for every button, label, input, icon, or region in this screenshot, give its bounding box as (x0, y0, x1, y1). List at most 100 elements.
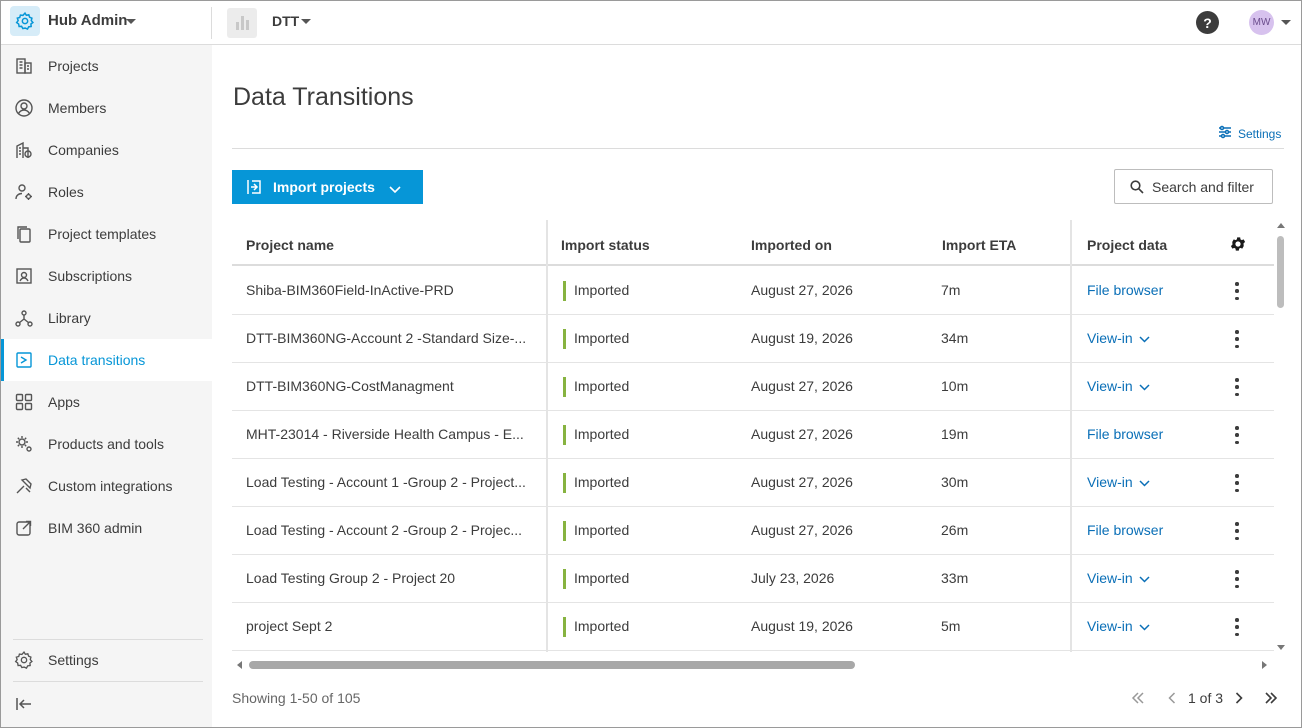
view-in-dropdown[interactable]: View-in (1087, 378, 1150, 394)
scroll-up-icon[interactable] (1277, 223, 1285, 228)
hub-gear-icon[interactable] (10, 6, 40, 36)
sidebar-item-custom-integrations[interactable]: Custom integrations (1, 465, 212, 507)
table-row[interactable]: Load Testing Group 2 - Project 20 Importe… (232, 555, 1274, 603)
view-in-dropdown[interactable]: View-in (1087, 570, 1150, 586)
status-indicator (563, 521, 566, 541)
previous-page-icon[interactable] (1164, 690, 1180, 706)
row-menu-icon[interactable] (1235, 282, 1239, 300)
row-menu-icon[interactable] (1235, 522, 1239, 540)
sidebar-item-label: Apps (48, 394, 80, 410)
row-menu-icon[interactable] (1235, 378, 1239, 396)
sidebar-item-data-transitions[interactable]: Data transitions (1, 339, 212, 381)
building-icon (13, 55, 35, 77)
sidebar-item-subscriptions[interactable]: Subscriptions (1, 255, 212, 297)
gears-icon (13, 433, 35, 455)
settings-link[interactable]: Settings (1218, 125, 1281, 142)
import-eta-cell: 33m (941, 570, 969, 586)
avatar-caret-icon[interactable] (1281, 20, 1291, 25)
import-eta-cell: 30m (941, 474, 969, 490)
file-browser-link[interactable]: File browser (1087, 282, 1163, 298)
sidebar-collapse[interactable] (1, 683, 212, 725)
project-caret-icon[interactable] (301, 19, 311, 24)
table-row[interactable]: project Sept 2 Imported August 19, 2026 5m V… (232, 603, 1274, 651)
sidebar-item-label: Project templates (48, 226, 157, 242)
page-indicator: 1 of 3 (1188, 690, 1224, 706)
sidebar-item-project-templates[interactable]: Project templates (1, 213, 212, 255)
file-browser-link[interactable]: File browser (1087, 426, 1163, 442)
sidebar-item-companies[interactable]: Companies (1, 129, 212, 171)
next-page-icon[interactable] (1231, 690, 1247, 706)
search-icon (1130, 180, 1144, 197)
col-header-import-status[interactable]: Import status (561, 237, 650, 253)
row-menu-icon[interactable] (1235, 618, 1239, 636)
avatar[interactable]: MW (1249, 10, 1274, 35)
table-row[interactable]: Load Testing - Account 1 -Group 2 - Proj… (232, 459, 1274, 507)
column-settings-gear-icon[interactable] (1229, 235, 1247, 258)
table-header: Project name Import status Imported on I… (232, 220, 1274, 266)
sidebar: Projects Members Companies Roles Project… (1, 45, 212, 727)
sidebar-item-roles[interactable]: Roles (1, 171, 212, 213)
view-in-dropdown[interactable]: View-in (1087, 474, 1150, 490)
sidebar-item-members[interactable]: Members (1, 87, 212, 129)
imported-on-cell: August 27, 2026 (751, 474, 853, 490)
row-menu-icon[interactable] (1235, 330, 1239, 348)
results-count: Showing 1-50 of 105 (232, 690, 361, 706)
scroll-down-icon[interactable] (1277, 645, 1285, 650)
sidebar-item-projects[interactable]: Projects (1, 45, 212, 87)
sidebar-item-label: Roles (48, 184, 84, 200)
project-name-cell: Shiba-BIM360Field-InActive-PRD (246, 282, 454, 298)
sidebar-item-bim-360-admin[interactable]: BIM 360 admin (1, 507, 212, 549)
chevron-down-icon (1139, 474, 1150, 490)
sidebar-item-settings[interactable]: Settings (1, 639, 212, 681)
hub-caret-icon[interactable] (126, 19, 136, 24)
table-row[interactable]: Load Testing - Account 2 -Group 2 - Proj… (232, 507, 1274, 555)
table-row[interactable]: DTT-BIM360NG-Account 2 -Standard Size-..… (232, 315, 1274, 363)
imported-on-cell: August 27, 2026 (751, 378, 853, 394)
horizontal-scroll-thumb[interactable] (249, 661, 855, 669)
file-browser-link[interactable]: File browser (1087, 522, 1163, 538)
col-header-import-eta[interactable]: Import ETA (942, 237, 1016, 253)
project-selector[interactable]: DTT (272, 13, 299, 29)
chevron-down-icon (1139, 330, 1150, 346)
imported-on-cell: July 23, 2026 (751, 570, 835, 586)
search-and-filter-button[interactable]: Search and filter (1114, 169, 1273, 204)
sidebar-item-products-and-tools[interactable]: Products and tools (1, 423, 212, 465)
scroll-right-icon[interactable] (1262, 661, 1267, 669)
first-page-icon[interactable] (1130, 690, 1146, 706)
row-menu-icon[interactable] (1235, 426, 1239, 444)
project-name-cell: Load Testing - Account 1 -Group 2 - Proj… (246, 474, 526, 490)
sidebar-item-library[interactable]: Library (1, 297, 212, 339)
status-indicator (563, 377, 566, 397)
divider (211, 7, 212, 39)
vertical-scroll-thumb[interactable] (1277, 236, 1284, 308)
sidebar-item-label: Custom integrations (48, 478, 173, 494)
imported-on-cell: August 27, 2026 (751, 282, 853, 298)
view-in-label: View-in (1087, 474, 1133, 490)
col-header-project-name[interactable]: Project name (246, 237, 334, 253)
vertical-scrollbar[interactable] (1275, 220, 1287, 650)
row-menu-icon[interactable] (1235, 474, 1239, 492)
col-header-project-data[interactable]: Project data (1087, 237, 1167, 253)
help-icon[interactable]: ? (1196, 11, 1219, 34)
scroll-left-icon[interactable] (237, 661, 242, 669)
import-eta-cell: 19m (941, 426, 969, 442)
user-gear-icon (13, 181, 35, 203)
import-projects-button[interactable]: Import projects (232, 170, 423, 204)
import-eta-cell: 7m (941, 282, 961, 298)
last-page-icon[interactable] (1263, 690, 1279, 706)
table-row[interactable]: DTT-BIM360NG-CostManagment Imported August… (232, 363, 1274, 411)
horizontal-scrollbar[interactable] (232, 659, 1274, 671)
col-header-imported-on[interactable]: Imported on (751, 237, 832, 253)
table-row[interactable]: Shiba-BIM360Field-InActive-PRD Imported Au… (232, 267, 1274, 315)
user-circle-icon (13, 97, 35, 119)
row-menu-icon[interactable] (1235, 570, 1239, 588)
table-row[interactable]: MHT-23014 - Riverside Health Campus - E.… (232, 411, 1274, 459)
chevron-down-icon (389, 181, 401, 197)
view-in-dropdown[interactable]: View-in (1087, 330, 1150, 346)
library-icon (13, 307, 35, 329)
hub-title[interactable]: Hub Admin (48, 12, 127, 29)
view-in-label: View-in (1087, 378, 1133, 394)
view-in-dropdown[interactable]: View-in (1087, 618, 1150, 634)
sidebar-item-label: Data transitions (48, 352, 146, 368)
sidebar-item-apps[interactable]: Apps (1, 381, 212, 423)
